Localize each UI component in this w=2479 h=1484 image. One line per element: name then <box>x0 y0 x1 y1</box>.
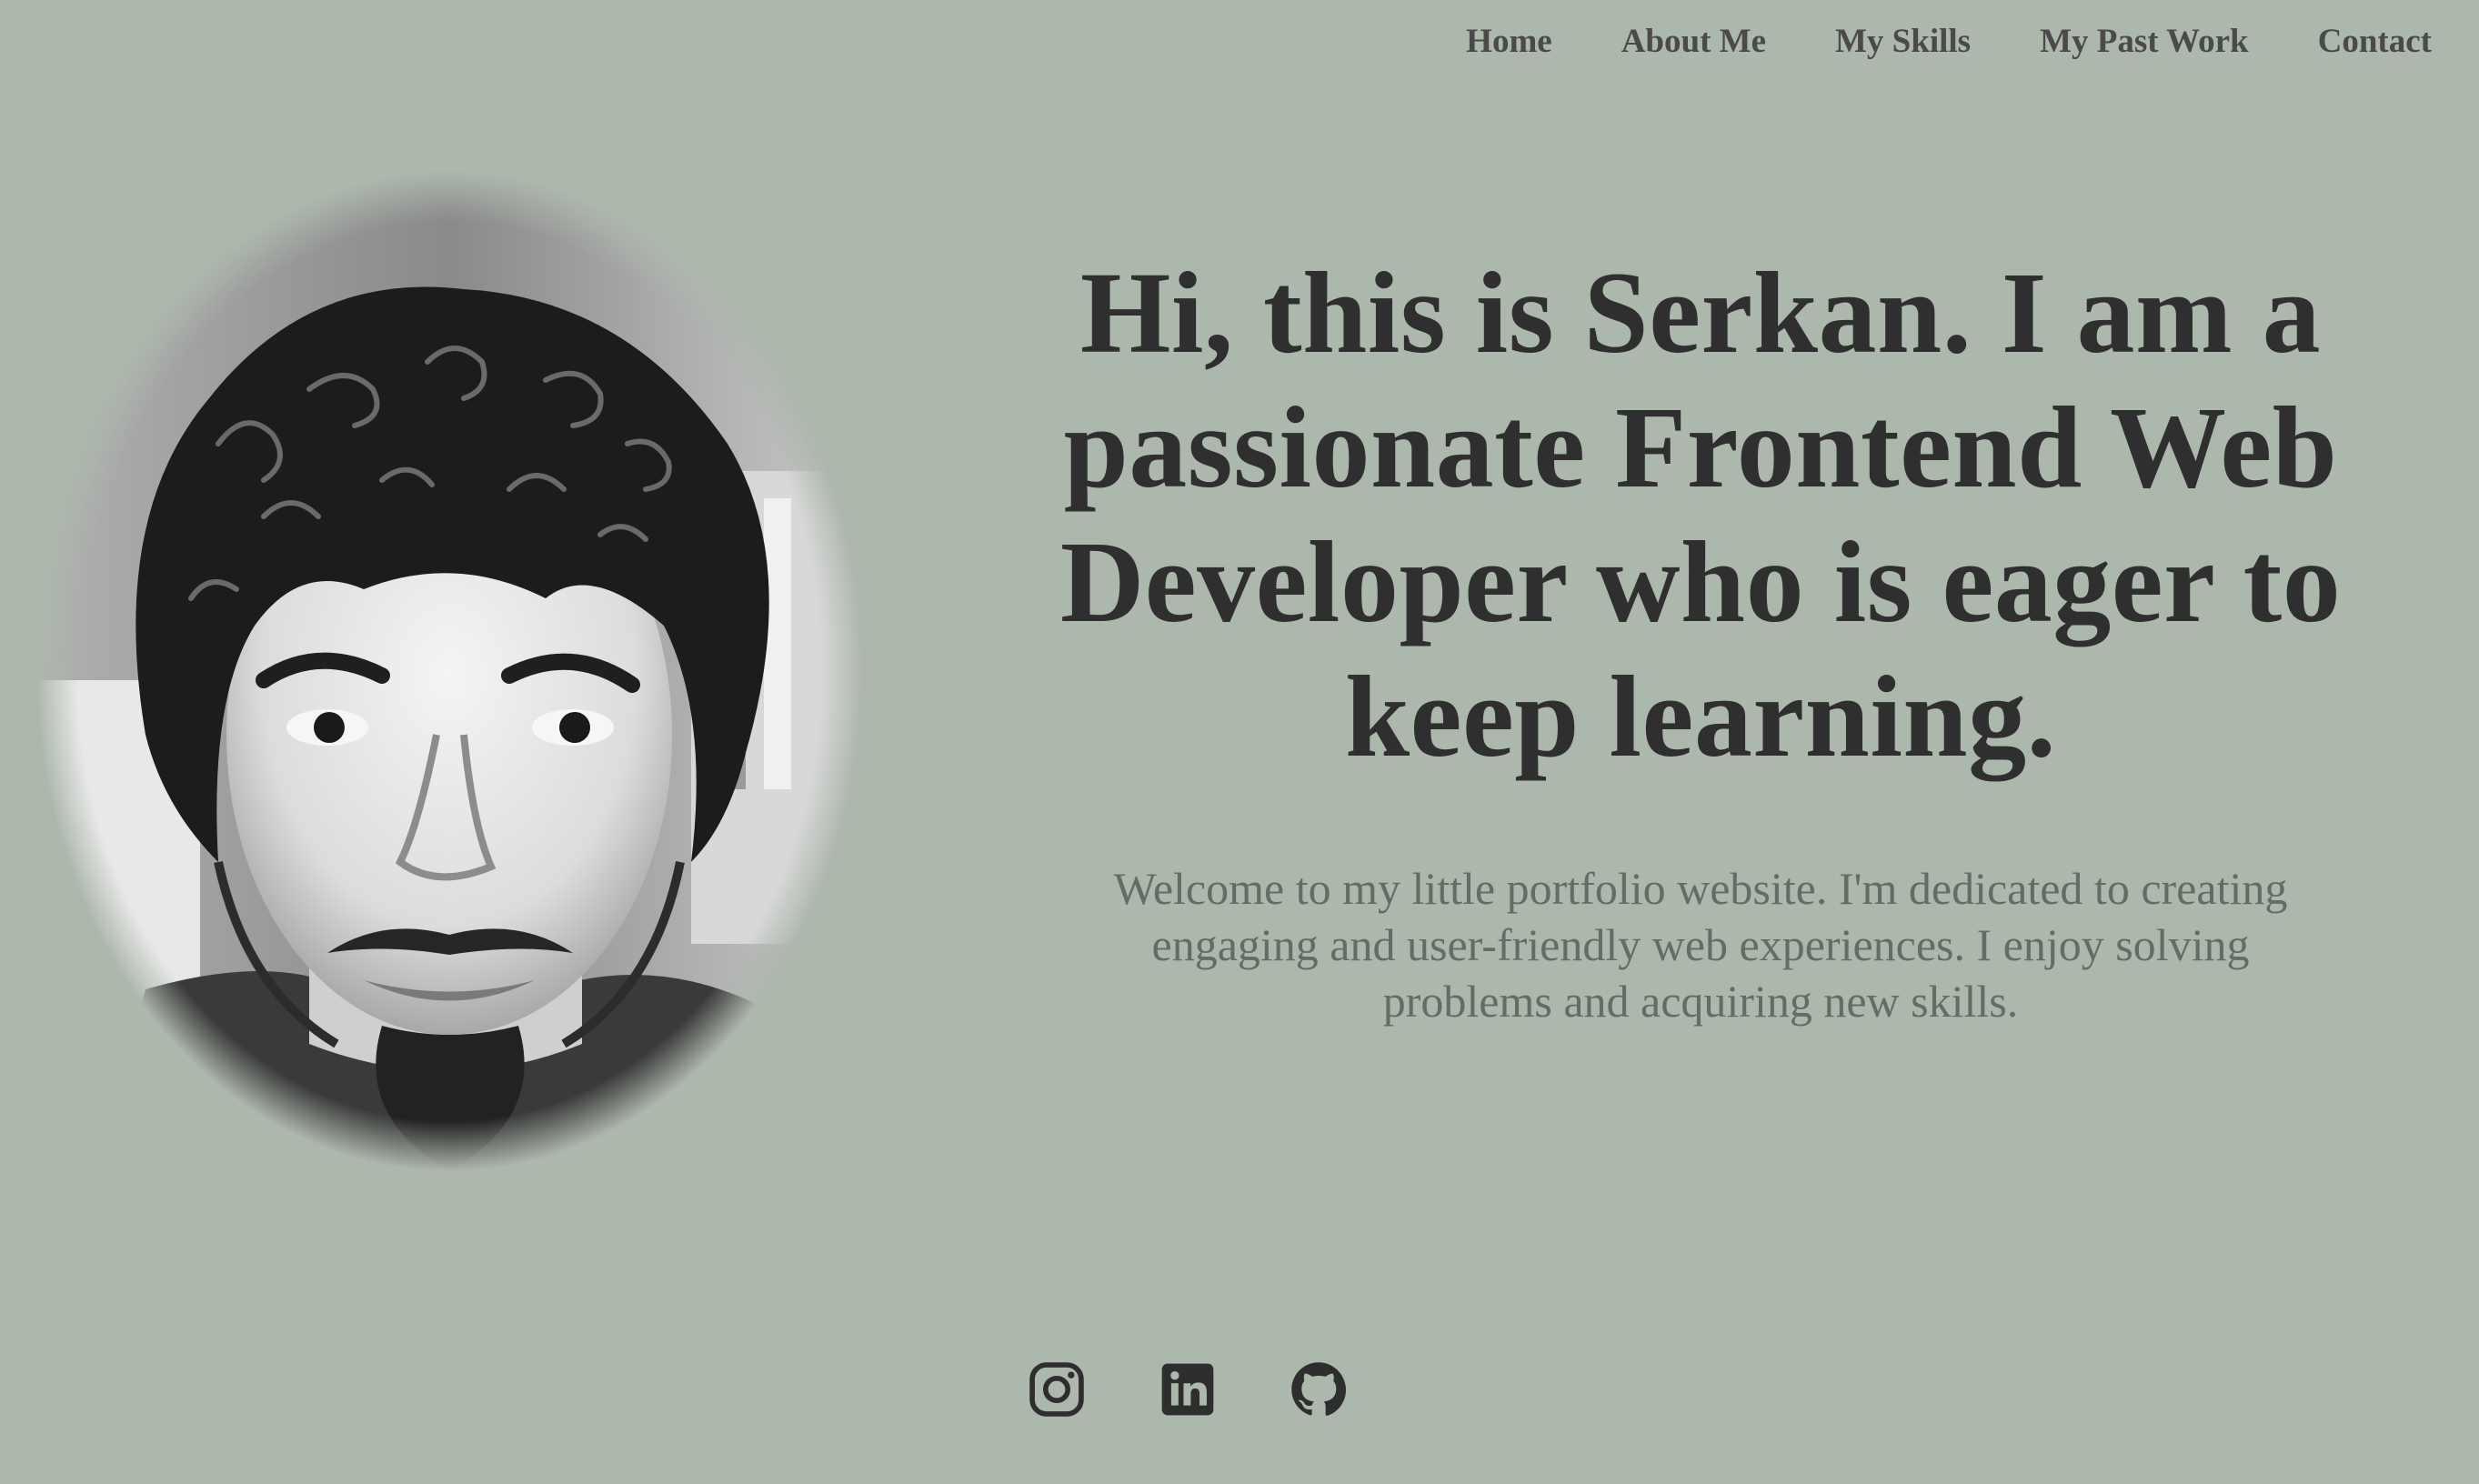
hero-section: Hi, this is Serkan. I am a passionate Fr… <box>1037 246 2364 1029</box>
nav-my-past-work-link[interactable]: My Past Work <box>2005 16 2283 67</box>
social-links <box>1026 1359 1350 1420</box>
nav-home-link[interactable]: Home <box>1431 16 1587 67</box>
nav-about-me-link[interactable]: About Me <box>1587 16 1801 67</box>
linkedin-icon <box>1161 1363 1214 1416</box>
linkedin-link[interactable] <box>1157 1359 1219 1420</box>
profile-photo <box>36 171 862 1171</box>
nav-contact-link[interactable]: Contact <box>2283 16 2432 67</box>
nav-my-skills-link[interactable]: My Skills <box>1801 16 2005 67</box>
instagram-link[interactable] <box>1026 1359 1088 1420</box>
hero-intro-text: Welcome to my little portfolio website. … <box>1113 863 2288 1027</box>
github-link[interactable] <box>1288 1359 1350 1420</box>
github-icon <box>1291 1362 1347 1416</box>
instagram-icon <box>1029 1362 1084 1417</box>
main-nav: Home About Me My Skills My Past Work Con… <box>1431 16 2432 67</box>
hero-heading: Hi, this is Serkan. I am a passionate Fr… <box>1059 248 2342 781</box>
